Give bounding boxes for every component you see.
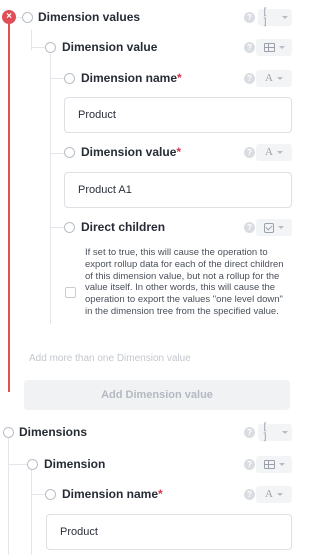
chevron-down-icon — [276, 77, 283, 80]
boolean-type-icon — [264, 222, 274, 233]
add-more-hint: Add more than one Dimension value — [29, 353, 191, 364]
dimension-value-field-label: Dimension value* — [81, 145, 181, 159]
dimensions-dimension-name-input[interactable]: Product — [46, 514, 292, 550]
array-icon: [ ] — [262, 421, 269, 443]
dimension-values-help-icon[interactable]: ? — [244, 12, 255, 23]
dimensions-dimension-name-type-selector[interactable]: A — [256, 486, 292, 503]
dimensions-dimension-name-help-icon[interactable]: ? — [244, 489, 255, 500]
direct-children-radio[interactable] — [64, 222, 75, 233]
dimension-value-radio[interactable] — [45, 42, 56, 53]
dimensions-label: Dimensions — [19, 425, 88, 439]
chevron-down-icon — [278, 46, 285, 49]
dimensions-dimension-name-label: Dimension name* — [62, 487, 163, 501]
table-icon — [263, 43, 275, 52]
direct-children-description: If set to true, this will cause the oper… — [85, 247, 284, 317]
tree-connector-7 — [31, 494, 45, 495]
dimension-value-field-radio[interactable] — [64, 147, 75, 158]
dimensions-help-icon[interactable]: ? — [244, 427, 255, 438]
dimension-label: Dimension — [44, 457, 106, 471]
direct-children-label: Direct children — [81, 220, 166, 234]
tree-connector-5 — [50, 227, 64, 228]
dimension-name-label-text: Dimension name — [81, 71, 178, 85]
chevron-down-icon — [278, 463, 285, 466]
chevron-down-icon — [278, 226, 284, 229]
required-marker: * — [177, 71, 182, 85]
dimension-name-radio[interactable] — [64, 73, 75, 84]
dimension-value-label: Dimension value — [62, 40, 158, 54]
table-icon — [263, 460, 275, 469]
dimensions-dimension-name-label-text: Dimension name — [62, 487, 159, 501]
chevron-down-icon — [282, 16, 288, 19]
dimension-name-help-icon[interactable]: ? — [244, 73, 255, 84]
dimension-name-label: Dimension name* — [81, 71, 182, 85]
array-icon: [ ] — [262, 6, 269, 28]
tree-line-dimensions — [8, 438, 9, 555]
dimension-value-type-selector[interactable] — [256, 39, 292, 56]
dimension-radio[interactable] — [27, 459, 38, 470]
dimension-name-type-selector[interactable]: A — [256, 70, 292, 87]
text-type-icon: A — [265, 488, 273, 500]
add-dimension-value-button[interactable]: Add Dimension value — [24, 380, 290, 410]
dimension-value-field-help-icon[interactable]: ? — [244, 147, 255, 158]
chevron-down-icon — [282, 431, 288, 434]
direct-children-type-selector[interactable] — [256, 219, 292, 236]
required-marker: * — [176, 145, 182, 159]
dimension-values-label: Dimension values — [38, 10, 141, 24]
dimension-values-type-selector[interactable]: [ ] — [258, 6, 292, 28]
dimension-value-field-type-selector[interactable]: A — [256, 144, 292, 161]
text-type-icon: A — [265, 72, 273, 84]
dimension-value-help-icon[interactable]: ? — [244, 42, 255, 53]
remove-dimension-values-button[interactable]: × — [2, 10, 16, 24]
dimensions-dimension-name-radio[interactable] — [45, 489, 56, 500]
dimension-help-icon[interactable]: ? — [244, 459, 255, 470]
direct-children-help-icon[interactable]: ? — [244, 222, 255, 233]
required-marker: * — [158, 487, 163, 501]
dimension-values-radio[interactable] — [22, 12, 33, 23]
tree-line-dimension-value — [50, 54, 51, 324]
dimension-value-field-label-text: Dimension value — [81, 145, 177, 159]
text-type-icon: A — [265, 146, 273, 158]
dimensions-type-selector[interactable]: [ ] — [258, 421, 292, 443]
tree-connector-4 — [50, 153, 64, 154]
dimension-type-selector[interactable] — [256, 456, 292, 473]
tree-connector-3 — [50, 78, 64, 79]
chevron-down-icon — [276, 151, 283, 154]
dimensions-radio[interactable] — [3, 427, 14, 438]
direct-children-checkbox[interactable] — [65, 287, 76, 298]
dimension-name-input[interactable]: Product — [64, 97, 292, 133]
tree-connector-2 — [31, 47, 45, 48]
dimension-value-input[interactable]: Product A1 — [64, 172, 292, 208]
tree-line-dimension — [31, 470, 32, 555]
active-tree-line — [8, 22, 10, 392]
chevron-down-icon — [276, 493, 283, 496]
